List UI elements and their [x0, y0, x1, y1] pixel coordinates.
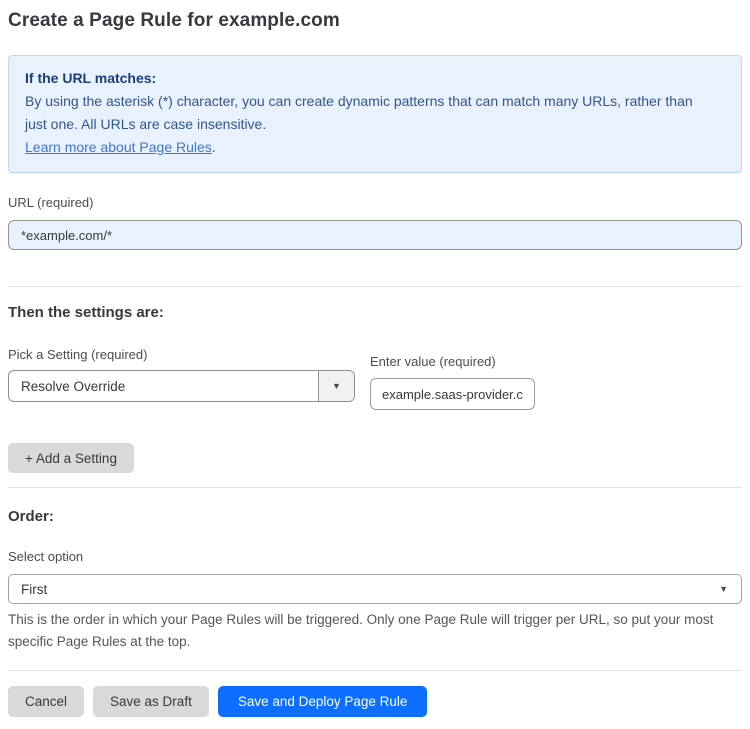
- info-box-body: By using the asterisk (*) character, you…: [25, 90, 715, 159]
- order-select-label: Select option: [8, 549, 84, 564]
- add-setting-button[interactable]: + Add a Setting: [8, 443, 134, 473]
- page-rule-form: Create a Page Rule for example.com If th…: [0, 0, 750, 729]
- url-match-info-box: If the URL matches: By using the asteris…: [8, 55, 742, 173]
- setting-column: Pick a Setting (required) Resolve Overri…: [8, 347, 355, 402]
- order-select-value: First: [21, 581, 48, 597]
- setting-select-arrow-button[interactable]: ▼: [318, 371, 354, 401]
- divider: [8, 487, 742, 488]
- page-title: Create a Page Rule for example.com: [8, 10, 340, 31]
- chevron-down-icon: ▼: [332, 381, 341, 391]
- setting-value-input[interactable]: [370, 378, 535, 410]
- info-box-heading: If the URL matches:: [25, 70, 157, 86]
- divider: [8, 670, 742, 671]
- order-help-text: This is the order in which your Page Rul…: [8, 612, 714, 649]
- setting-value-label: Enter value (required): [370, 354, 496, 369]
- settings-section-heading: Then the settings are:: [8, 304, 164, 321]
- info-box-body-text: By using the asterisk (*) character, you…: [25, 93, 693, 132]
- setting-select[interactable]: Resolve Override ▼: [8, 370, 355, 402]
- learn-more-link[interactable]: Learn more about Page Rules: [25, 139, 212, 155]
- link-period: .: [211, 139, 216, 155]
- order-section-heading: Order:: [8, 508, 54, 525]
- url-input[interactable]: [8, 220, 742, 250]
- settings-row: Pick a Setting (required) Resolve Overri…: [8, 347, 742, 410]
- chevron-down-icon: ▼: [719, 584, 728, 594]
- divider: [8, 286, 742, 287]
- value-column: Enter value (required): [370, 354, 535, 410]
- order-select[interactable]: First ▼: [8, 574, 742, 604]
- url-field-label: URL (required): [8, 195, 94, 210]
- setting-select-value: Resolve Override: [21, 378, 126, 394]
- setting-select-label: Pick a Setting (required): [8, 347, 148, 362]
